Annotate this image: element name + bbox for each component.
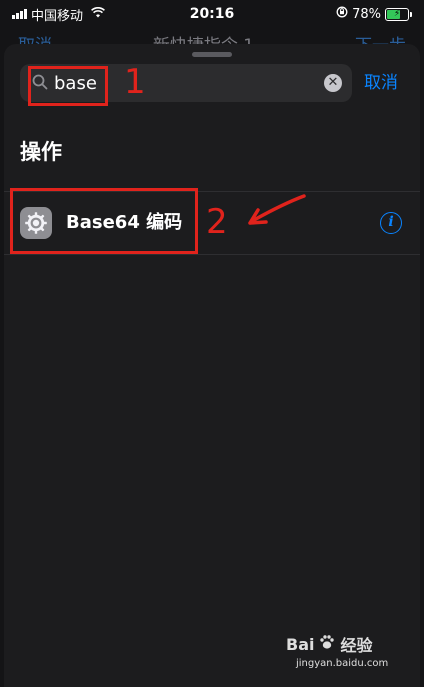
- annotation-box-search: [28, 66, 108, 106]
- status-bar: 中国移动 20:16 78% ⚡: [0, 0, 424, 28]
- divider: [4, 254, 420, 255]
- annotation-number-1: 1: [124, 62, 146, 102]
- carrier-label: 中国移动: [31, 8, 84, 24]
- annotation-number-2: 2: [206, 202, 228, 242]
- cancel-button[interactable]: 取消: [364, 64, 398, 102]
- signal-icon: [12, 9, 27, 19]
- action-search-sheet: ✕ 取消 操作 Base64 编码: [4, 44, 420, 687]
- watermark-url: jingyan.baidu.com: [296, 658, 389, 669]
- battery-cap: [410, 11, 412, 17]
- paw-icon: [318, 633, 336, 655]
- watermark-brand-suffix: 经验: [340, 636, 373, 655]
- close-icon: ✕: [327, 75, 339, 90]
- info-icon[interactable]: i: [380, 212, 402, 234]
- wifi-icon: [91, 7, 105, 21]
- watermark-brand-text: Bai: [286, 634, 315, 654]
- status-left: 中国移动: [0, 5, 105, 24]
- baidu-jingyan-watermark: Bai 经验 jingyan.baidu.com: [286, 632, 416, 680]
- sheet-grabber[interactable]: [192, 52, 232, 57]
- charging-bolt-icon: ⚡: [393, 8, 401, 19]
- battery-percent: 78%: [352, 6, 381, 22]
- annotation-arrow: [248, 194, 306, 225]
- status-right: 78% ⚡: [336, 6, 424, 22]
- section-title: 操作: [20, 140, 62, 164]
- battery-icon: ⚡: [385, 7, 409, 21]
- annotation-box-action: [10, 188, 198, 254]
- orientation-lock-icon: [336, 6, 348, 22]
- clear-search-button[interactable]: ✕: [324, 74, 342, 92]
- watermark-brand: Bai 经验: [286, 632, 416, 656]
